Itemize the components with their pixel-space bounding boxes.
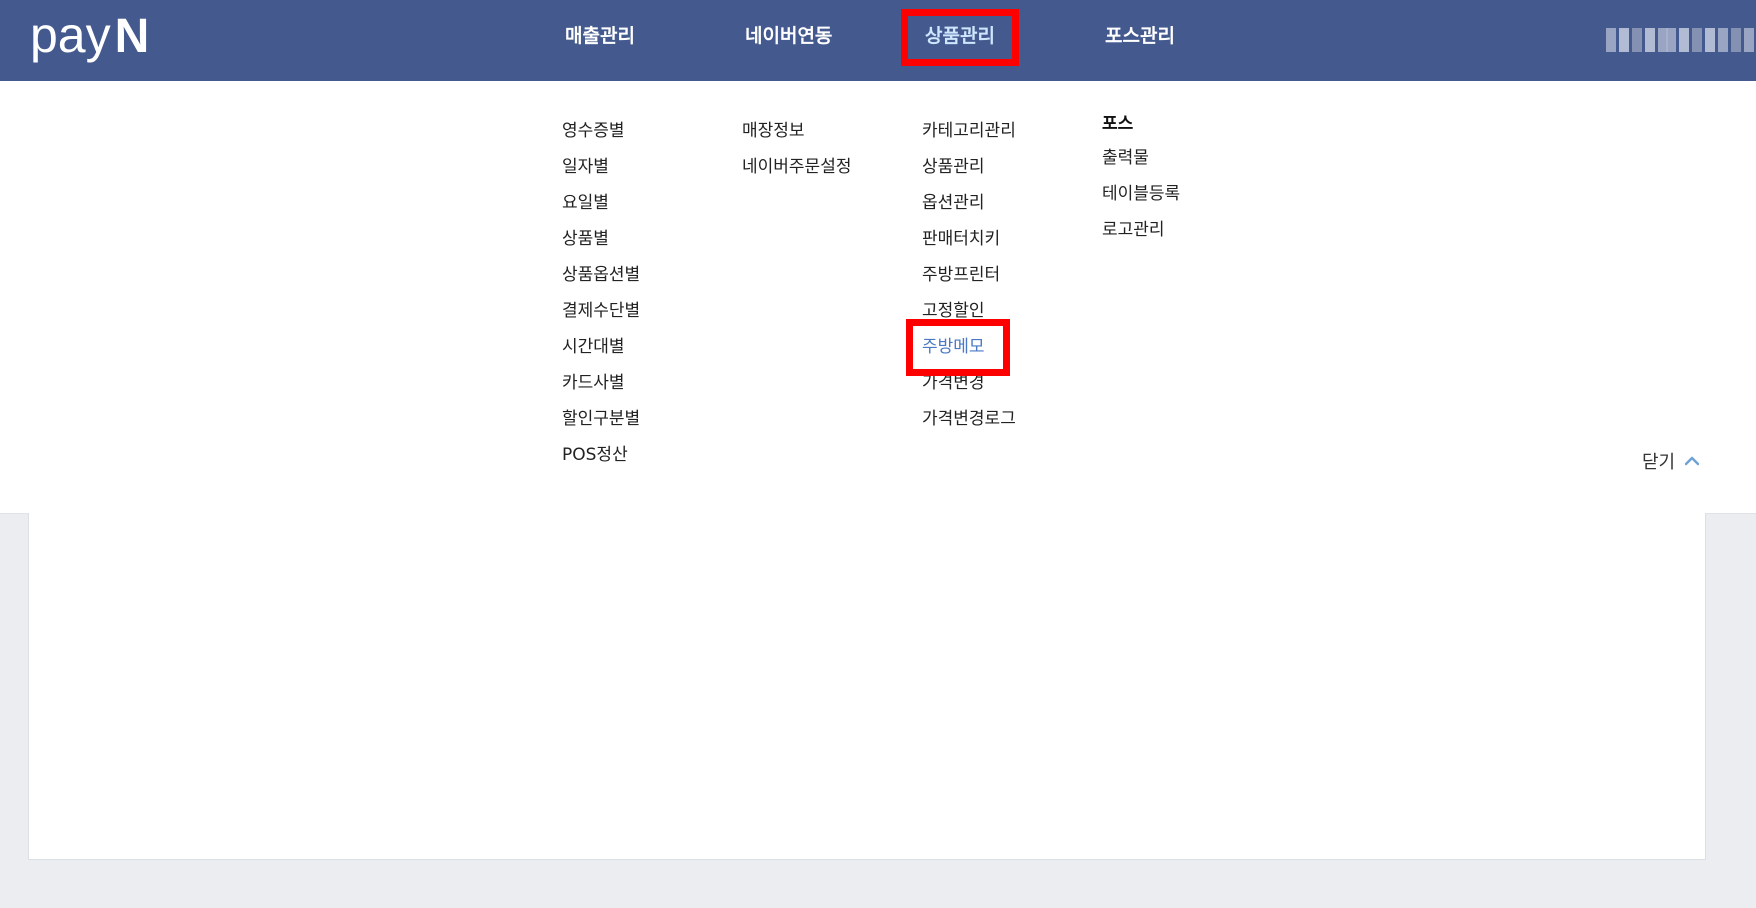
menu-item-kitchen-printer[interactable]: 주방프린터	[922, 263, 1000, 287]
user-name-blurred[interactable]	[1666, 28, 1754, 52]
menu-item-by-payment-method[interactable]: 결제수단별	[562, 299, 640, 323]
nav-naver-integration[interactable]: 네이버연동	[745, 0, 832, 72]
mega-menu-dropdown: 영수증별 일자별 요일별 상품별 상품옵션별 결제수단별 시간대별 카드사별 할…	[0, 81, 1756, 514]
menu-item-price-change[interactable]: 가격변경	[922, 371, 985, 395]
menu-item-pos-settlement[interactable]: POS정산	[562, 443, 628, 467]
menu-item-daily[interactable]: 일자별	[562, 155, 609, 179]
menu-item-by-time[interactable]: 시간대별	[562, 335, 625, 359]
close-menu-button[interactable]: 닫기	[1642, 448, 1700, 474]
menu-item-category-management[interactable]: 카테고리관리	[922, 119, 1016, 143]
user-info-blurred[interactable]	[1606, 28, 1668, 52]
main-content-panel	[28, 513, 1706, 860]
menu-item-by-discount-type[interactable]: 할인구분별	[562, 407, 640, 431]
logo-text: pay	[30, 7, 111, 63]
chevron-up-icon	[1685, 456, 1700, 466]
menu-heading-pos: 포스	[1102, 114, 1134, 134]
menu-item-by-card-company[interactable]: 카드사별	[562, 371, 625, 395]
menu-item-naver-order-settings[interactable]: 네이버주문설정	[742, 155, 851, 179]
menu-item-weekday[interactable]: 요일별	[562, 191, 609, 215]
nav-sales-management[interactable]: 매출관리	[565, 0, 635, 72]
menu-item-logo-management[interactable]: 로고관리	[1102, 218, 1165, 242]
menu-item-fixed-discount[interactable]: 고정할인	[922, 299, 985, 323]
nav-pos-management[interactable]: 포스관리	[1105, 0, 1175, 72]
menu-item-store-info[interactable]: 매장정보	[742, 119, 805, 143]
top-header: payN 매출관리 네이버연동 상품관리 포스관리	[0, 0, 1756, 81]
menu-item-price-change-log[interactable]: 가격변경로그	[922, 407, 1016, 431]
menu-item-by-product-option[interactable]: 상품옵션별	[562, 263, 640, 287]
menu-item-sales-touch-key[interactable]: 판매터치키	[922, 227, 1000, 251]
menu-item-table-registration[interactable]: 테이블등록	[1102, 182, 1180, 206]
menu-item-option-management[interactable]: 옵션관리	[922, 191, 985, 215]
payn-logo[interactable]: payN	[30, 2, 149, 70]
close-label: 닫기	[1642, 452, 1676, 473]
logo-n-mark: N	[114, 10, 150, 63]
menu-item-kitchen-memo[interactable]: 주방메모	[922, 335, 985, 359]
menu-item-printouts[interactable]: 출력물	[1102, 146, 1149, 170]
menu-item-receipt[interactable]: 영수증별	[562, 119, 625, 143]
menu-item-by-product[interactable]: 상품별	[562, 227, 609, 251]
nav-product-management[interactable]: 상품관리	[925, 0, 995, 72]
menu-item-product-management[interactable]: 상품관리	[922, 155, 985, 179]
